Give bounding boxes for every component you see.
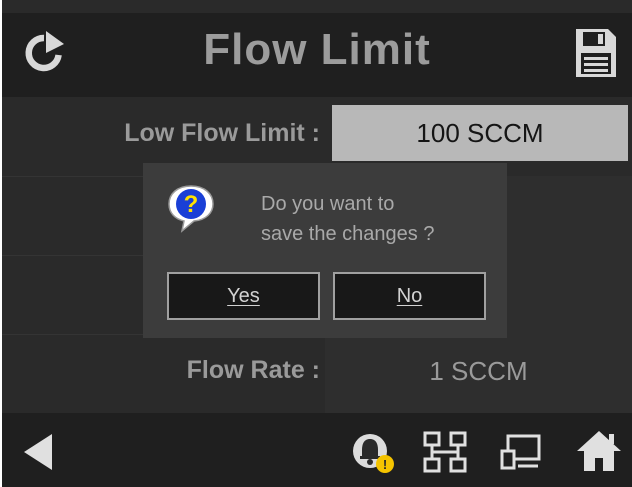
- setting-label: Flow Rate :: [186, 356, 320, 384]
- footer-bar: !: [2, 413, 632, 487]
- dialog-message: Do you want to save the changes ?: [261, 189, 434, 249]
- setting-value: 100 SCCM: [416, 118, 544, 148]
- svg-text:!: !: [383, 457, 387, 472]
- remote-display-icon[interactable]: [500, 433, 542, 473]
- back-arrow-icon[interactable]: [20, 432, 56, 472]
- save-icon[interactable]: [574, 27, 618, 79]
- no-button-label: No: [396, 285, 423, 307]
- question-bubble-icon: ?: [168, 185, 214, 233]
- dialog-message-line: Do you want to: [261, 193, 395, 215]
- save-changes-dialog: ? Do you want to save the changes ? Yes …: [143, 163, 507, 338]
- home-icon[interactable]: [576, 429, 622, 473]
- yes-button[interactable]: Yes: [167, 272, 320, 320]
- page-title: Flow Limit: [203, 25, 431, 74]
- setting-value-field: 1 SCCM: [325, 334, 632, 413]
- header-bar: Flow Limit: [2, 13, 632, 97]
- alarm-notification-icon[interactable]: !: [350, 430, 396, 476]
- setting-label: Low Flow Limit :: [124, 119, 320, 147]
- screen: Flow Limit Low Flow Limit : 100 SCCM /ED: [2, 0, 632, 487]
- svg-text:?: ?: [184, 191, 199, 218]
- network-icon[interactable]: [423, 431, 467, 473]
- yes-button-label: Yes: [227, 285, 260, 307]
- no-button[interactable]: No: [333, 272, 486, 320]
- setting-value: 1 SCCM: [429, 356, 528, 386]
- setting-value-field[interactable]: 100 SCCM: [332, 105, 628, 161]
- setting-row-flow-rate: Flow Rate : 1 SCCM: [2, 334, 632, 413]
- dialog-message-line: save the changes ?: [261, 223, 435, 245]
